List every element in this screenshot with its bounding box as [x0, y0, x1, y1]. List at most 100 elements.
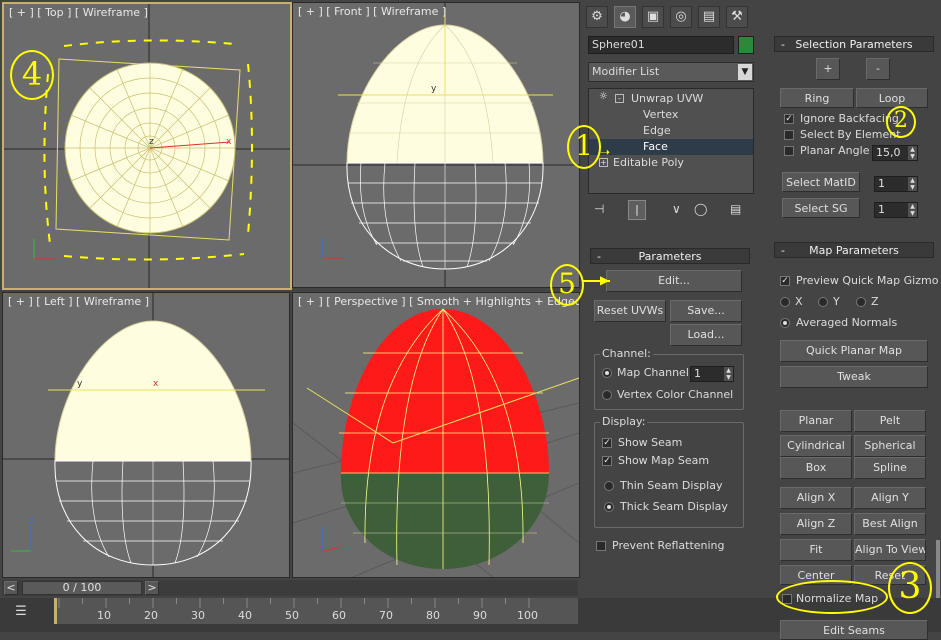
object-color-swatch[interactable] [738, 36, 754, 54]
annotation-5-arrowhead-icon: ▶ [600, 273, 610, 287]
save-button[interactable]: Save... [670, 300, 742, 322]
prevent-reflattening-checkbox[interactable] [596, 541, 606, 551]
viewport-top[interactable]: z x [ + ] [ Top ] [ Wireframe ] [2, 2, 292, 290]
stack-label-unwrap: Unwrap UVW [631, 92, 704, 105]
pelt-button[interactable]: Pelt [854, 410, 926, 432]
pin-stack-icon[interactable]: ⊣ [594, 202, 604, 216]
display-icon[interactable]: ▤ [698, 6, 720, 28]
z-label: Z [871, 295, 879, 308]
top-x-label: x [226, 137, 232, 147]
prev-frame-button[interactable]: < [4, 581, 18, 595]
align-y-button[interactable]: Align Y [854, 487, 926, 509]
stack-item-edge[interactable]: Edge [589, 123, 753, 139]
viewport-top-label[interactable]: [ + ] [ Top ] [ Wireframe ] [9, 6, 148, 19]
box-button[interactable]: Box [780, 457, 852, 479]
y-radio[interactable] [818, 297, 828, 307]
thick-seam-label: Thick Seam Display [620, 500, 728, 513]
stack-item-face[interactable]: Face [589, 139, 753, 155]
align-z-button[interactable]: Align Z [780, 513, 852, 535]
load-button[interactable]: Load... [670, 324, 742, 346]
create-icon[interactable]: ⚙ [586, 6, 608, 28]
spinner-arrows-icon[interactable]: ▲ ▼ [908, 177, 917, 191]
track-bar-ruler[interactable]: 10 20 30 40 50 60 70 80 90 100 [54, 598, 578, 624]
object-name-field[interactable]: Sphere01 [588, 36, 734, 54]
thick-seam-radio[interactable] [604, 502, 614, 512]
track-bar-toggle-icon[interactable]: ☰ [10, 603, 32, 621]
spline-button[interactable]: Spline [854, 457, 926, 479]
matid-spinner[interactable]: 1 ▲ ▼ [874, 176, 918, 192]
planar-angle-spinner[interactable]: 15,0 ▲ ▼ [872, 145, 918, 161]
viewport-front[interactable]: y [ + ] [ Front ] [ Wireframe ] [292, 2, 580, 288]
next-frame-button[interactable]: > [145, 581, 159, 595]
stack-item-poly[interactable]: + Editable Poly [589, 155, 753, 171]
make-unique-icon[interactable]: ∨ [672, 202, 681, 216]
parameters-rollout-header[interactable]: - Parameters [590, 248, 750, 264]
modify-icon[interactable]: ◕ [614, 6, 636, 28]
annotation-4: 4 [10, 50, 54, 100]
viewport-perspective-label[interactable]: [ + ] [ Perspective ] [ Smooth + Highlig… [298, 295, 579, 308]
edit-seams-button[interactable]: Edit Seams [780, 620, 928, 640]
viewport-perspective[interactable]: [ + ] [ Perspective ] [ Smooth + Highlig… [292, 292, 580, 578]
time-slider-thumb[interactable]: 0 / 100 [22, 581, 142, 595]
vertex-color-channel-radio[interactable] [602, 390, 612, 400]
show-map-seam-label: Show Map Seam [618, 454, 710, 467]
viewport-left[interactable]: y x z [ + ] [ Left ] [ Wireframe ] [2, 292, 290, 578]
cylindrical-button[interactable]: Cylindrical [780, 435, 852, 457]
ignore-backfacing-checkbox[interactable]: ✓ [784, 114, 794, 124]
edit-button[interactable]: Edit... [606, 270, 742, 292]
quick-planar-map-button[interactable]: Quick Planar Map [780, 340, 928, 362]
z-radio[interactable] [856, 297, 866, 307]
map-parameters-header[interactable]: - Map Parameters [774, 242, 934, 258]
stack-toolbar: ⊣ | ∨ ◯ ▤ [588, 200, 754, 222]
averaged-normals-radio[interactable] [780, 318, 790, 328]
utilities-icon[interactable]: ⚒ [726, 6, 748, 28]
preview-quick-map-checkbox[interactable]: ✓ [780, 276, 790, 286]
selection-parameters-header[interactable]: - Selection Parameters [774, 36, 934, 52]
lightbulb-icon[interactable]: ☼ [599, 91, 608, 102]
panel-scrollbar[interactable] [936, 540, 940, 598]
show-end-result-icon[interactable]: | [628, 200, 646, 220]
remove-modifier-icon[interactable]: ◯ [694, 202, 707, 216]
show-seam-checkbox[interactable]: ✓ [602, 438, 612, 448]
align-x-button[interactable]: Align X [780, 487, 852, 509]
viewport-front-label[interactable]: [ + ] [ Front ] [ Wireframe ] [298, 5, 446, 18]
select-matid-button[interactable]: Select MatID [782, 172, 860, 192]
modifier-stack[interactable]: ☼ - Unwrap UVW Vertex Edge Face + Editab… [588, 88, 754, 194]
tweak-button[interactable]: Tweak [780, 366, 928, 388]
map-channel-radio[interactable] [602, 368, 612, 378]
best-align-button[interactable]: Best Align [854, 513, 926, 535]
time-slider[interactable]: < 0 / 100 > [2, 580, 578, 596]
stack-item-vertex[interactable]: Vertex [589, 107, 753, 123]
spinner-arrows-icon[interactable]: ▲ ▼ [908, 146, 917, 160]
expand-icon[interactable]: + [599, 158, 608, 167]
planar-angle-checkbox[interactable] [784, 146, 794, 156]
stack-item-unwrap[interactable]: ☼ - Unwrap UVW [589, 91, 753, 107]
thin-seam-radio[interactable] [604, 481, 614, 491]
collapse-icon[interactable]: - [615, 94, 624, 103]
loop-button[interactable]: Loop [856, 88, 928, 108]
map-channel-spinner[interactable]: 1 ▲ ▼ [690, 366, 734, 382]
configure-sets-icon[interactable]: ▤ [730, 202, 741, 216]
sg-spinner[interactable]: 1 ▲ ▼ [874, 202, 918, 218]
shrink-selection-button[interactable]: - [866, 58, 890, 80]
reset-uvws-button[interactable]: Reset UVWs [594, 300, 666, 322]
x-radio[interactable] [780, 297, 790, 307]
planar-button[interactable]: Planar [780, 410, 852, 432]
show-map-seam-checkbox[interactable]: ✓ [602, 456, 612, 466]
select-sg-button[interactable]: Select SG [782, 198, 860, 218]
viewport-left-label[interactable]: [ + ] [ Left ] [ Wireframe ] [8, 295, 149, 308]
fit-button[interactable]: Fit [780, 539, 852, 561]
modifier-list-label: Modifier List [592, 65, 660, 78]
modifier-list-dropdown[interactable]: Modifier List ▼ [588, 62, 754, 82]
spherical-button[interactable]: Spherical [854, 435, 926, 457]
ring-button[interactable]: Ring [780, 88, 854, 108]
spinner-arrows-icon[interactable]: ▲ ▼ [908, 203, 917, 217]
front-y-label: y [431, 84, 437, 94]
spinner-arrows-icon[interactable]: ▲ ▼ [724, 367, 733, 381]
hierarchy-icon[interactable]: ▣ [642, 6, 664, 28]
select-by-element-checkbox[interactable] [784, 130, 794, 140]
tick-70: 70 [379, 609, 393, 622]
align-to-view-button[interactable]: Align To View [854, 539, 926, 561]
grow-selection-button[interactable]: + [816, 58, 840, 80]
motion-icon[interactable]: ◎ [670, 6, 692, 28]
